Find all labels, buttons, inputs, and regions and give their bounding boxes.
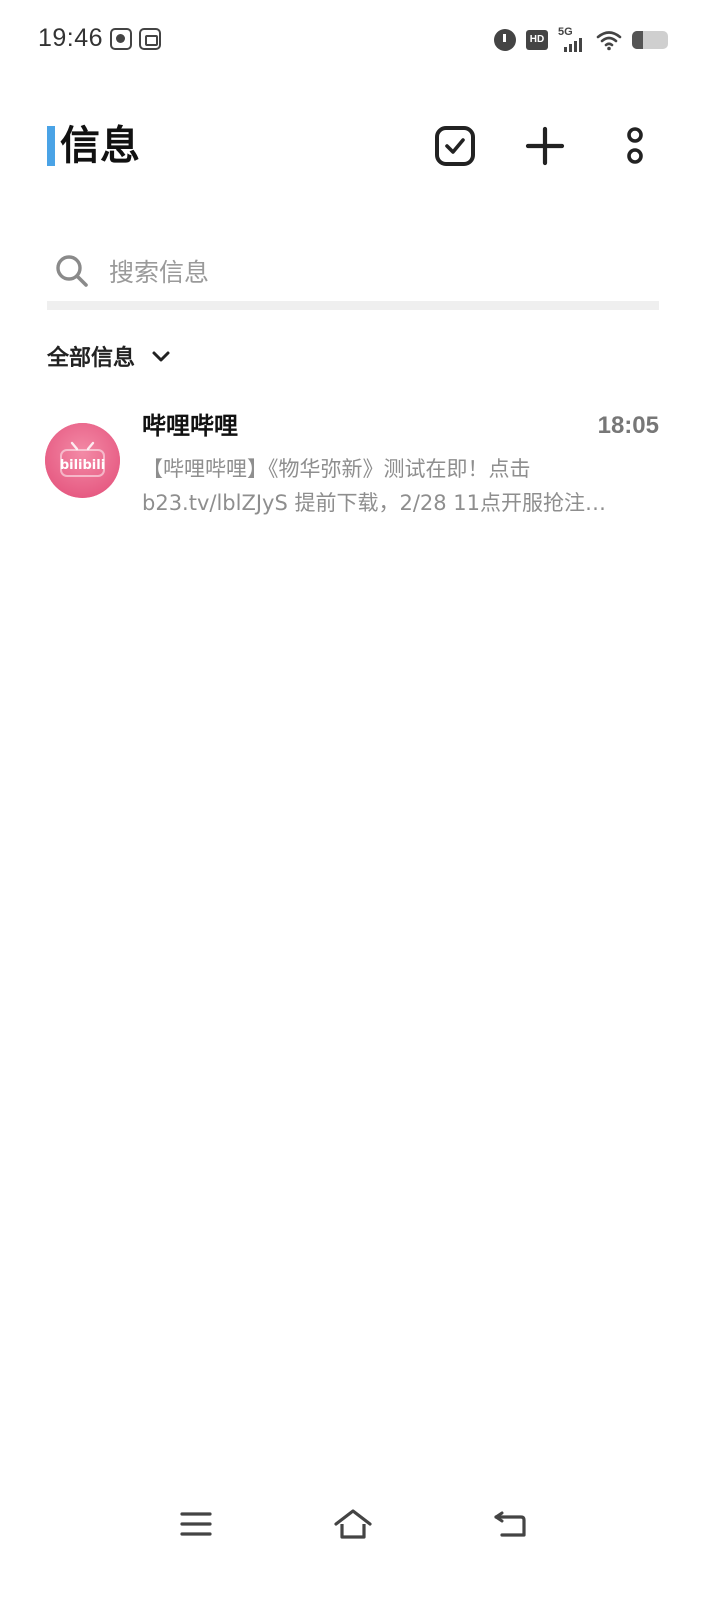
title-accent-bar (47, 126, 55, 166)
system-navigation-bar (0, 1490, 720, 1560)
page-title: 信息 (60, 123, 140, 169)
back-icon (494, 1511, 526, 1537)
new-message-button[interactable] (523, 124, 567, 168)
home-icon (334, 1509, 372, 1539)
chevron-down-icon (152, 351, 170, 362)
status-time: 19:46 (38, 24, 104, 52)
alarm-icon (494, 29, 516, 51)
bilibili-logo: bilibili (45, 423, 120, 498)
search-bar[interactable] (47, 240, 659, 310)
plus-icon (525, 126, 565, 166)
sender-name: 哔哩哔哩 (142, 412, 238, 440)
svg-text:bilibili: bilibili (60, 458, 105, 473)
message-time: 18:05 (597, 412, 659, 439)
search-icon (56, 255, 88, 287)
status-bar: 19:46 HD 5G (0, 0, 720, 80)
message-preview: 【哔哩哔哩】《物华弥新》测试在即！点击 b23.tv/lblZJyS 提前下载，… (142, 452, 658, 520)
select-button[interactable] (433, 124, 477, 168)
select-check-icon (435, 126, 475, 166)
more-options-button[interactable] (613, 124, 657, 168)
conversation-item[interactable]: bilibili 哔哩哔哩 18:05 【哔哩哔哩】《物华弥新》测试在即！点击 … (0, 396, 720, 526)
battery-icon (632, 31, 668, 49)
status-icons: HD 5G (494, 26, 668, 54)
signal-5g-icon: 5G (558, 26, 586, 52)
back-button[interactable] (488, 1504, 532, 1544)
video-call-icon (110, 28, 132, 50)
more-vertical-icon (627, 127, 643, 164)
search-input[interactable] (109, 248, 649, 296)
wifi-icon (596, 31, 622, 51)
app-header: 信息 (0, 110, 720, 182)
avatar: bilibili (45, 423, 120, 498)
filter-label: 全部信息 (47, 346, 136, 371)
message-preview-line: 【哔哩哔哩】《物华弥新》测试在即！点击 (142, 457, 531, 481)
recent-apps-button[interactable] (174, 1504, 218, 1544)
message-preview-line: b23.tv/lblZJyS 提前下载，2/28 11点开服抢注… (142, 491, 607, 515)
hd-icon: HD (526, 30, 548, 50)
menu-icon (180, 1512, 212, 1536)
network-label: 5G (558, 26, 573, 38)
message-filter-dropdown[interactable]: 全部信息 (47, 336, 173, 376)
home-button[interactable] (331, 1504, 375, 1544)
screen-record-icon (139, 28, 161, 50)
